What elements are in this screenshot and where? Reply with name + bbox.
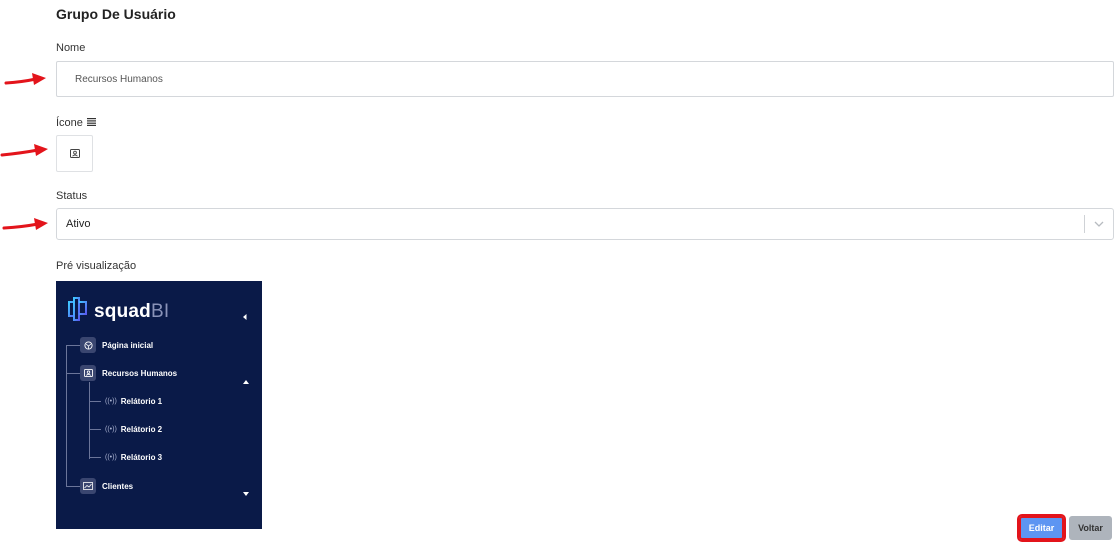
brand-logo: squadBI	[66, 296, 169, 327]
tree-line	[66, 373, 80, 374]
sidebar-subitem-label: Relátorio 2	[120, 425, 163, 434]
tree-line	[89, 401, 101, 402]
page-title: Grupo De Usuário	[56, 6, 176, 22]
editar-button[interactable]: Editar	[1017, 514, 1066, 542]
annotation-arrow-icon	[0, 144, 48, 157]
tree-line	[89, 457, 101, 458]
sidebar-item-label: Página inicial	[102, 340, 154, 350]
preview-label: Pré visualização	[56, 260, 137, 272]
sidebar-item-clientes[interactable]: Clientes	[80, 478, 133, 494]
chevron-up-icon[interactable]	[243, 371, 249, 389]
annotation-arrow-icon	[4, 73, 46, 85]
status-label: Status	[56, 190, 88, 202]
squad-logo-icon	[66, 296, 90, 327]
icone-label: Ícone	[56, 117, 83, 129]
sidebar-item-pagina-inicial[interactable]: Página inicial	[80, 337, 153, 353]
globe-icon	[80, 337, 96, 353]
voltar-button[interactable]: Voltar	[1069, 516, 1112, 540]
sidebar-subitem-label: Relátorio 3	[120, 453, 163, 462]
list-icon[interactable]	[86, 117, 96, 129]
tree-line	[66, 345, 80, 346]
id-card-icon	[80, 365, 96, 381]
tree-line	[89, 429, 101, 430]
broadcast-icon: ((•))	[105, 398, 117, 405]
chart-icon	[80, 478, 96, 494]
tree-line	[66, 486, 80, 487]
id-card-icon	[69, 145, 80, 163]
tree-line	[66, 345, 67, 487]
sidebar-preview: squadBI Página inicial Recursos Humanos …	[56, 281, 262, 529]
sidebar-subitem-relatorio-2[interactable]: ((•)) Relátorio 2	[105, 425, 162, 434]
sidebar-item-recursos-humanos[interactable]: Recursos Humanos	[80, 365, 177, 381]
broadcast-icon: ((•))	[105, 454, 117, 461]
status-select-value: Ativo	[66, 218, 91, 230]
chevron-down-icon[interactable]	[1085, 221, 1113, 227]
icone-label-row: Ícone	[56, 117, 96, 129]
status-select[interactable]: Ativo	[56, 208, 1114, 240]
sidebar-subitem-relatorio-1[interactable]: ((•)) Relátorio 1	[105, 397, 162, 406]
nome-label: Nome	[56, 42, 86, 54]
sidebar-item-label: Clientes	[102, 481, 134, 491]
sidebar-subitem-relatorio-3[interactable]: ((•)) Relátorio 3	[105, 453, 162, 462]
icon-picker[interactable]	[56, 135, 93, 172]
chevron-down-icon[interactable]	[243, 483, 249, 501]
sidebar-item-label: Recursos Humanos	[102, 368, 178, 378]
broadcast-icon: ((•))	[105, 426, 117, 433]
annotation-arrow-icon	[2, 218, 48, 230]
sidebar-subitem-label: Relátorio 1	[120, 397, 163, 406]
tree-line	[89, 382, 90, 459]
brand-name: squadBI	[94, 300, 170, 322]
caret-left-icon[interactable]	[243, 307, 247, 325]
nome-input[interactable]	[56, 61, 1114, 97]
